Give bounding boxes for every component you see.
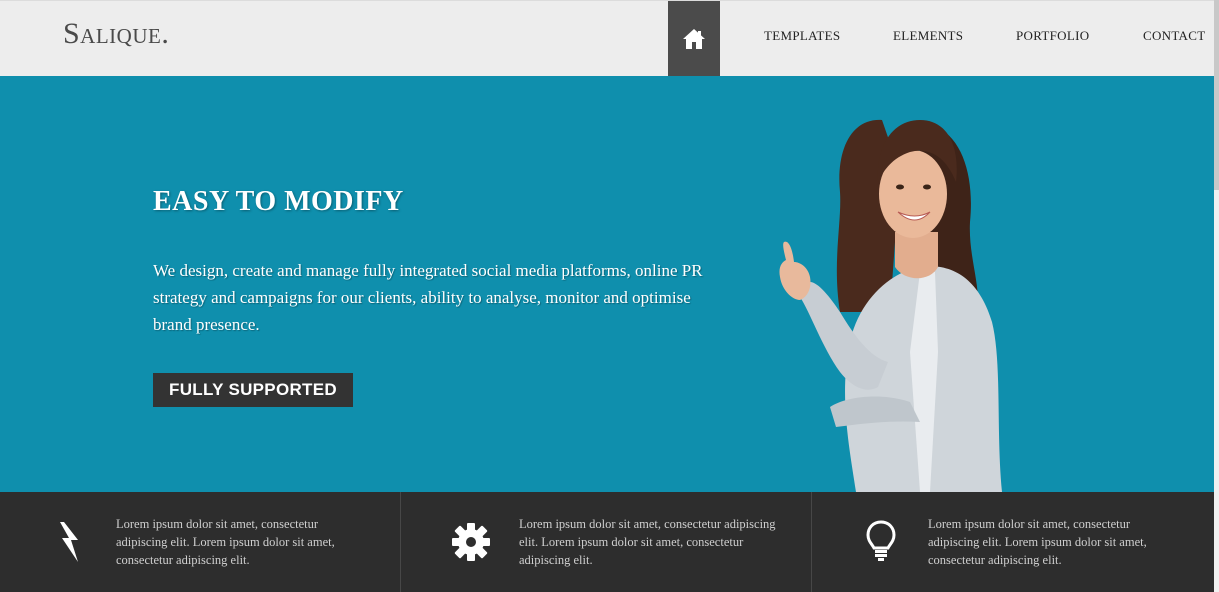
features-strip: Lorem ipsum dolor sit amet, consectetur … [0,492,1214,592]
page-scrollbar[interactable] [1214,0,1219,592]
fully-supported-button[interactable]: FULLY SUPPORTED [153,373,353,407]
lightning-icon [60,522,78,562]
hero-person-image [779,119,1002,492]
hero-title: EASY TO MODIFY [153,186,404,217]
lightbulb-icon [866,520,896,561]
nav-home-button[interactable] [668,1,720,77]
site-header: Salique. TEMPLATES ELEMENTS PORTFOLIO CO… [0,0,1214,77]
gear-icon [452,523,490,561]
nav-item-templates[interactable]: TEMPLATES [764,28,840,44]
feature-text: Lorem ipsum dolor sit amet, consectetur … [116,517,335,567]
nav-item-portfolio[interactable]: PORTFOLIO [1016,28,1089,44]
nav-item-contact[interactable]: CONTACT [1143,28,1205,44]
hero-section: EASY TO MODIFY We design, create and man… [0,76,1214,492]
feature-item: Lorem ipsum dolor sit amet, consectetur … [0,492,400,592]
feature-item: Lorem ipsum dolor sit amet, consectetur … [812,492,1214,592]
scrollbar-thumb[interactable] [1214,0,1219,190]
nav-item-elements[interactable]: ELEMENTS [893,28,963,44]
feature-text: Lorem ipsum dolor sit amet, consectetur … [519,517,776,567]
hero-description: We design, create and manage fully integ… [153,261,703,334]
feature-item: Lorem ipsum dolor sit amet, consectetur … [401,492,811,592]
feature-text: Lorem ipsum dolor sit amet, consectetur … [928,517,1147,567]
site-logo[interactable]: Salique. [63,17,169,51]
home-icon [683,29,705,49]
